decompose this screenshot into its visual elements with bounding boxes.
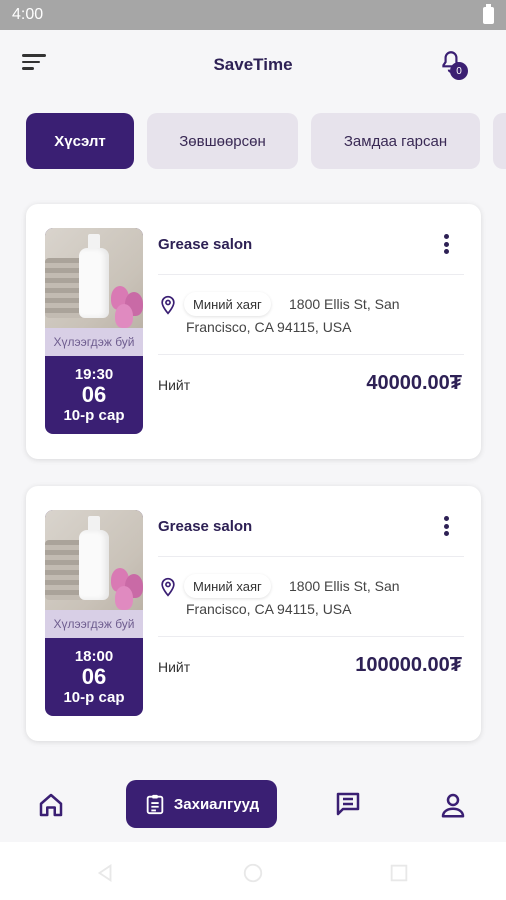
divider xyxy=(158,636,464,637)
battery-icon xyxy=(483,3,494,24)
tab-approved[interactable]: Зөвшөөрсөн xyxy=(147,113,298,169)
more-options-button[interactable] xyxy=(436,514,456,538)
more-vert-icon xyxy=(443,516,449,521)
address-chip: Миний хаяг xyxy=(184,574,271,598)
booking-card[interactable]: Хүлээгдэж буй 18:00 06 10-р сар Grease s… xyxy=(26,486,481,741)
booking-datetime: 19:30 06 10-р сар xyxy=(45,356,143,434)
app-title: SaveTime xyxy=(213,55,293,74)
total-amount: 40000.00₮ xyxy=(366,372,462,394)
booking-status-label: Хүлээгдэж буй xyxy=(45,610,143,638)
status-tabs: Хүсэлт Зөвшөөрсөн Замдаа гарсан xyxy=(0,113,506,169)
tab-request[interactable]: Хүсэлт xyxy=(26,113,134,169)
salon-name: Grease salon xyxy=(158,236,253,253)
total-label: Нийт xyxy=(158,659,191,675)
salon-name: Grease salon xyxy=(158,518,253,535)
bottom-navigation: Захиалгууд xyxy=(0,770,506,842)
notification-badge: 0 xyxy=(450,62,468,80)
profile-icon[interactable] xyxy=(438,790,468,820)
booking-card[interactable]: Хүлээгдэж буй 19:30 06 10-р сар Grease s… xyxy=(26,204,481,459)
address-line-2: Francisco, CA 94115, USA xyxy=(186,319,352,335)
address-line-1: 1800 Ellis St, San xyxy=(289,296,400,312)
booking-day: 06 xyxy=(81,664,107,689)
booking-thumbnail: Хүлээгдэж буй 19:30 06 10-р сар xyxy=(45,228,143,434)
back-icon[interactable] xyxy=(94,862,116,884)
nav-orders-button[interactable]: Захиалгууд xyxy=(126,780,277,828)
home-icon[interactable] xyxy=(36,790,66,820)
booking-time: 18:00 xyxy=(74,648,114,665)
address-line-1: 1800 Ellis St, San xyxy=(289,578,400,594)
recents-icon[interactable] xyxy=(388,862,410,884)
booking-time: 19:30 xyxy=(74,366,114,383)
tab-on-the-way[interactable]: Замдаа гарсан xyxy=(311,113,480,169)
divider xyxy=(158,274,464,275)
app-bar: SaveTime 0 xyxy=(0,30,506,100)
address-chip: Миний хаяг xyxy=(184,292,271,316)
location-pin-icon xyxy=(161,577,175,597)
total-amount: 100000.00₮ xyxy=(355,654,462,676)
divider xyxy=(158,556,464,557)
system-navigation-bar xyxy=(0,842,506,900)
status-bar: 4:00 xyxy=(0,0,506,30)
menu-icon xyxy=(22,54,46,57)
location-pin-icon xyxy=(161,295,175,315)
chat-icon[interactable] xyxy=(333,789,363,819)
booking-day: 06 xyxy=(81,382,107,407)
booking-status-label: Хүлээгдэж буй xyxy=(45,328,143,356)
booking-month: 10-р сар xyxy=(63,689,125,706)
booking-month: 10-р сар xyxy=(63,407,125,424)
booking-datetime: 18:00 06 10-р сар xyxy=(45,638,143,716)
status-time: 4:00 xyxy=(12,6,44,23)
booking-thumbnail: Хүлээгдэж буй 18:00 06 10-р сар xyxy=(45,510,143,716)
menu-button[interactable] xyxy=(22,54,48,76)
orders-icon xyxy=(146,794,164,815)
total-label: Нийт xyxy=(158,377,191,393)
address-line-2: Francisco, CA 94115, USA xyxy=(186,601,352,617)
divider xyxy=(158,354,464,355)
more-vert-icon xyxy=(443,234,449,239)
tab-next[interactable] xyxy=(493,113,506,169)
notifications-button[interactable]: 0 xyxy=(438,48,472,82)
home-button-icon[interactable] xyxy=(242,862,264,884)
more-options-button[interactable] xyxy=(436,232,456,256)
nav-orders-label: Захиалгууд xyxy=(173,795,260,813)
